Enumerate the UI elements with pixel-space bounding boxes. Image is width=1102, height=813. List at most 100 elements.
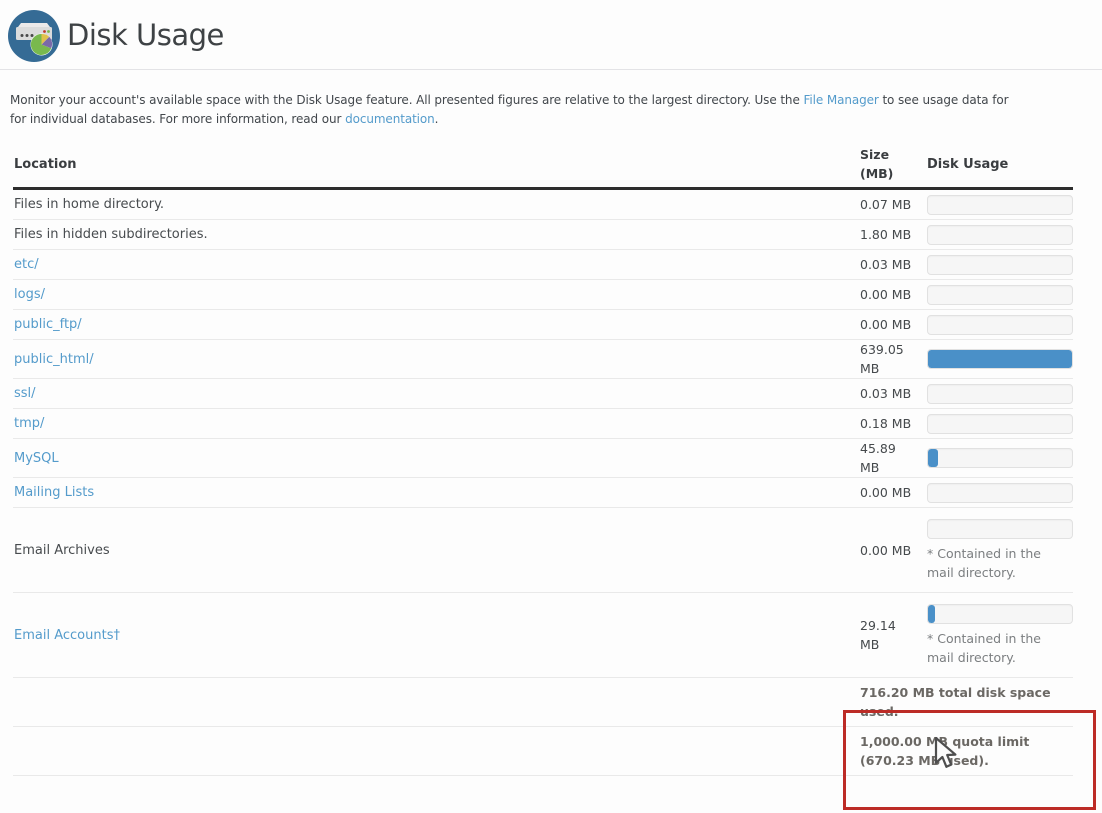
table-row: public_ftp/0.00 MB — [13, 310, 1073, 340]
disk-usage-cell — [927, 414, 1073, 434]
table-row: Email Archives 0.00 MB * Contained in the … — [13, 508, 1073, 593]
table-row: ssl/0.03 MB — [13, 379, 1073, 409]
location-label: Email Archives — [14, 543, 110, 558]
intro-text: Monitor your account's available space w… — [10, 91, 1102, 128]
table-row: Files in home directory. 0.07 MB — [13, 190, 1073, 220]
contained-in-mail-note: * Contained in the mail directory. — [927, 544, 1067, 582]
disk-usage-bar — [927, 483, 1073, 503]
location-cell: Files in hidden subdirectories. — [13, 227, 860, 242]
disk-usage-bar — [927, 315, 1073, 335]
etc-link[interactable]: etc/ — [14, 257, 39, 272]
disk-usage-cell: * Contained in the mail directory. — [927, 519, 1073, 582]
disk-usage-bar — [927, 414, 1073, 434]
size-value: 0.00 MB — [860, 483, 916, 502]
disk-usage-cell — [927, 349, 1073, 369]
table-row: etc/0.03 MB — [13, 250, 1073, 280]
logs-link[interactable]: logs/ — [14, 287, 45, 302]
disk-usage-cell — [927, 483, 1073, 503]
intro-text-segment: Monitor your account's available space w… — [10, 93, 803, 107]
disk-usage-bar — [927, 604, 1073, 624]
documentation-link[interactable]: documentation — [345, 112, 435, 126]
size-value: 0.18 MB — [860, 414, 916, 433]
contained-in-mail-note: * Contained in the mail directory. — [927, 629, 1067, 667]
table-row: Mailing Lists 0.00 MB — [13, 478, 1073, 508]
table-body: Files in home directory.0.07 MBFiles in … — [13, 190, 1073, 678]
intro-line-2: for individual databases. For more infor… — [10, 110, 1102, 129]
location-cell: tmp/ — [13, 416, 860, 431]
location-label: Files in home directory. — [14, 197, 164, 212]
size-value: 45.89 MB — [860, 439, 916, 477]
disk-usage-bar — [927, 255, 1073, 275]
disk-usage-bar-fill — [928, 350, 1072, 368]
disk-usage-bar-fill — [928, 605, 935, 623]
column-header-location: Location — [13, 157, 860, 172]
size-value: 0.00 MB — [860, 285, 916, 304]
location-cell: Email Archives — [13, 543, 860, 558]
page-header: Disk Usage — [0, 0, 1102, 70]
disk-usage-bar — [927, 349, 1073, 369]
location-cell: public_ftp/ — [13, 317, 860, 332]
location-cell: ssl/ — [13, 386, 860, 401]
disk-usage-bar — [927, 384, 1073, 404]
location-cell: Files in home directory. — [13, 197, 860, 212]
disk-usage-table: Location Size (MB) Disk Usage Files in h… — [13, 141, 1073, 776]
size-value: 29.14 MB — [860, 616, 916, 654]
size-value: 0.07 MB — [860, 195, 916, 214]
intro-line-1: Monitor your account's available space w… — [10, 91, 1102, 110]
disk-usage-bar — [927, 285, 1073, 305]
table-row: tmp/0.18 MB — [13, 409, 1073, 439]
disk-usage-cell: * Contained in the mail directory. — [927, 604, 1073, 667]
size-value: 1.80 MB — [860, 225, 916, 244]
table-header-row: Location Size (MB) Disk Usage — [13, 141, 1073, 190]
size-value: 0.00 MB — [860, 541, 916, 560]
disk-usage-bar — [927, 225, 1073, 245]
location-cell: MySQL — [13, 451, 860, 466]
disk-usage-page: Disk Usage Monitor your account's availa… — [0, 0, 1102, 813]
size-value: 639.05 MB — [860, 340, 916, 378]
disk-usage-cell — [927, 315, 1073, 335]
intro-text-segment: for individual databases. For more infor… — [10, 112, 345, 126]
summary-row: 716.20 MB total disk space used. — [13, 678, 1073, 727]
column-header-disk-usage: Disk Usage — [927, 157, 1073, 172]
summary-text: 716.20 MB total disk space used. — [860, 683, 1073, 721]
disk-usage-cell — [927, 285, 1073, 305]
size-value: 0.03 MB — [860, 384, 916, 403]
summary-row: 1,000.00 MB quota limit (670.23 MB used)… — [13, 727, 1073, 776]
disk-usage-icon — [8, 10, 60, 62]
location-cell: Email Accounts† — [13, 628, 860, 643]
tmp-link[interactable]: tmp/ — [14, 416, 44, 431]
public-html-link[interactable]: public_html/ — [14, 352, 94, 367]
file-manager-link[interactable]: File Manager — [803, 93, 878, 107]
intro-text-segment: . — [435, 112, 439, 126]
size-value: 0.03 MB — [860, 255, 916, 274]
disk-usage-bar — [927, 448, 1073, 468]
ssl-link[interactable]: ssl/ — [14, 386, 36, 401]
size-value: 0.00 MB — [860, 315, 916, 334]
location-cell: public_html/ — [13, 352, 860, 367]
public-ftp-link[interactable]: public_ftp/ — [14, 317, 82, 332]
disk-usage-bar — [927, 519, 1073, 539]
disk-usage-cell — [927, 195, 1073, 215]
disk-usage-cell — [927, 448, 1073, 468]
mysql-link[interactable]: MySQL — [14, 451, 59, 466]
location-cell: etc/ — [13, 257, 860, 272]
summary-text: 1,000.00 MB quota limit (670.23 MB used)… — [860, 732, 1073, 770]
disk-usage-bar — [927, 195, 1073, 215]
disk-usage-cell — [927, 255, 1073, 275]
table-row: MySQL 45.89 MB — [13, 439, 1073, 478]
table-row: Email Accounts† 29.14 MB * Contained in th… — [13, 593, 1073, 678]
disk-usage-bar-fill — [928, 449, 938, 467]
table-row: logs/0.00 MB — [13, 280, 1073, 310]
location-label: Files in hidden subdirectories. — [14, 227, 208, 242]
location-cell: Mailing Lists — [13, 485, 860, 500]
mailing-lists-link[interactable]: Mailing Lists — [14, 485, 94, 500]
intro-text-segment: to see usage data for — [879, 93, 1009, 107]
column-header-size: Size (MB) — [860, 145, 916, 183]
table-row: public_html/639.05 MB — [13, 340, 1073, 379]
table-row: Files in hidden subdirectories. 1.80 MB — [13, 220, 1073, 250]
disk-usage-cell — [927, 225, 1073, 245]
page-title: Disk Usage — [67, 18, 224, 52]
email-accounts-link[interactable]: Email Accounts† — [14, 628, 120, 643]
table-summary: 716.20 MB total disk space used. 1,000.00… — [13, 678, 1073, 776]
location-cell: logs/ — [13, 287, 860, 302]
